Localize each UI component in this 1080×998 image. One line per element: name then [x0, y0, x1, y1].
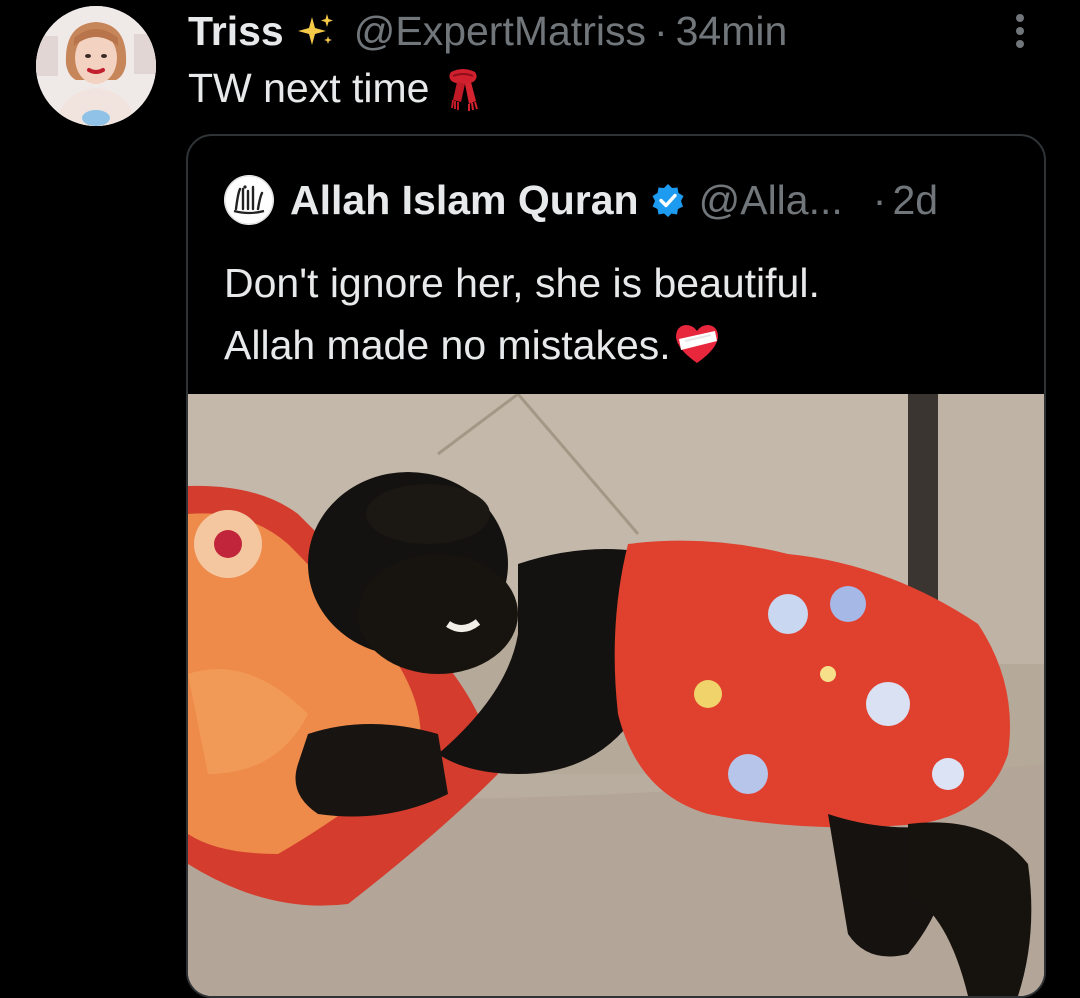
verified-badge-icon [652, 184, 684, 217]
post-timestamp[interactable]: 34min [676, 8, 788, 55]
mending-heart-icon [675, 325, 718, 363]
more-dot [1016, 14, 1024, 22]
tweet[interactable]: Triss @ExpertMatriss · 34min TW next tim… [0, 0, 1080, 998]
tweet-text: TW next time [188, 64, 430, 111]
separator-dot: · [653, 7, 668, 54]
photo-child-on-sofa-icon [188, 394, 1044, 996]
quoted-author-handle[interactable]: @Alla... [699, 177, 843, 224]
quoted-text-line-2-wrapper: Allah made no mistakes. [224, 314, 1024, 376]
tweet-header: Triss @ExpertMatriss · 34min [188, 8, 787, 54]
author-handle[interactable]: @ExpertMatriss [354, 8, 646, 55]
quoted-tweet-card[interactable]: Allah Islam Quran @Alla... · 2d Don't ig… [186, 134, 1046, 998]
sparkles-icon [297, 14, 333, 45]
more-dot [1016, 40, 1024, 48]
scarf-icon [449, 69, 479, 111]
tweet-body: TW next time [188, 64, 483, 112]
quoted-tweet-header: Allah Islam Quran @Alla... · 2d [224, 174, 938, 226]
profile-photo-icon [36, 6, 156, 126]
author-display-name[interactable]: Triss [188, 8, 284, 55]
quoted-author-avatar[interactable] [224, 175, 274, 225]
quoted-tweet-body: Don't ignore her, she is beautiful. Alla… [224, 252, 1024, 376]
author-avatar[interactable] [36, 6, 156, 126]
quoted-media-photo[interactable] [188, 394, 1044, 996]
quoted-post-timestamp[interactable]: 2d [892, 177, 938, 224]
quoted-text-line-1: Don't ignore her, she is beautiful. [224, 260, 820, 306]
more-dot [1016, 27, 1024, 35]
calligraphy-logo-icon [224, 175, 274, 225]
more-options-button[interactable] [1004, 8, 1036, 54]
separator-dot: · [872, 176, 887, 223]
quoted-author-display-name[interactable]: Allah Islam Quran [290, 177, 639, 224]
quoted-text-line-2: Allah made no mistakes. [224, 322, 671, 368]
